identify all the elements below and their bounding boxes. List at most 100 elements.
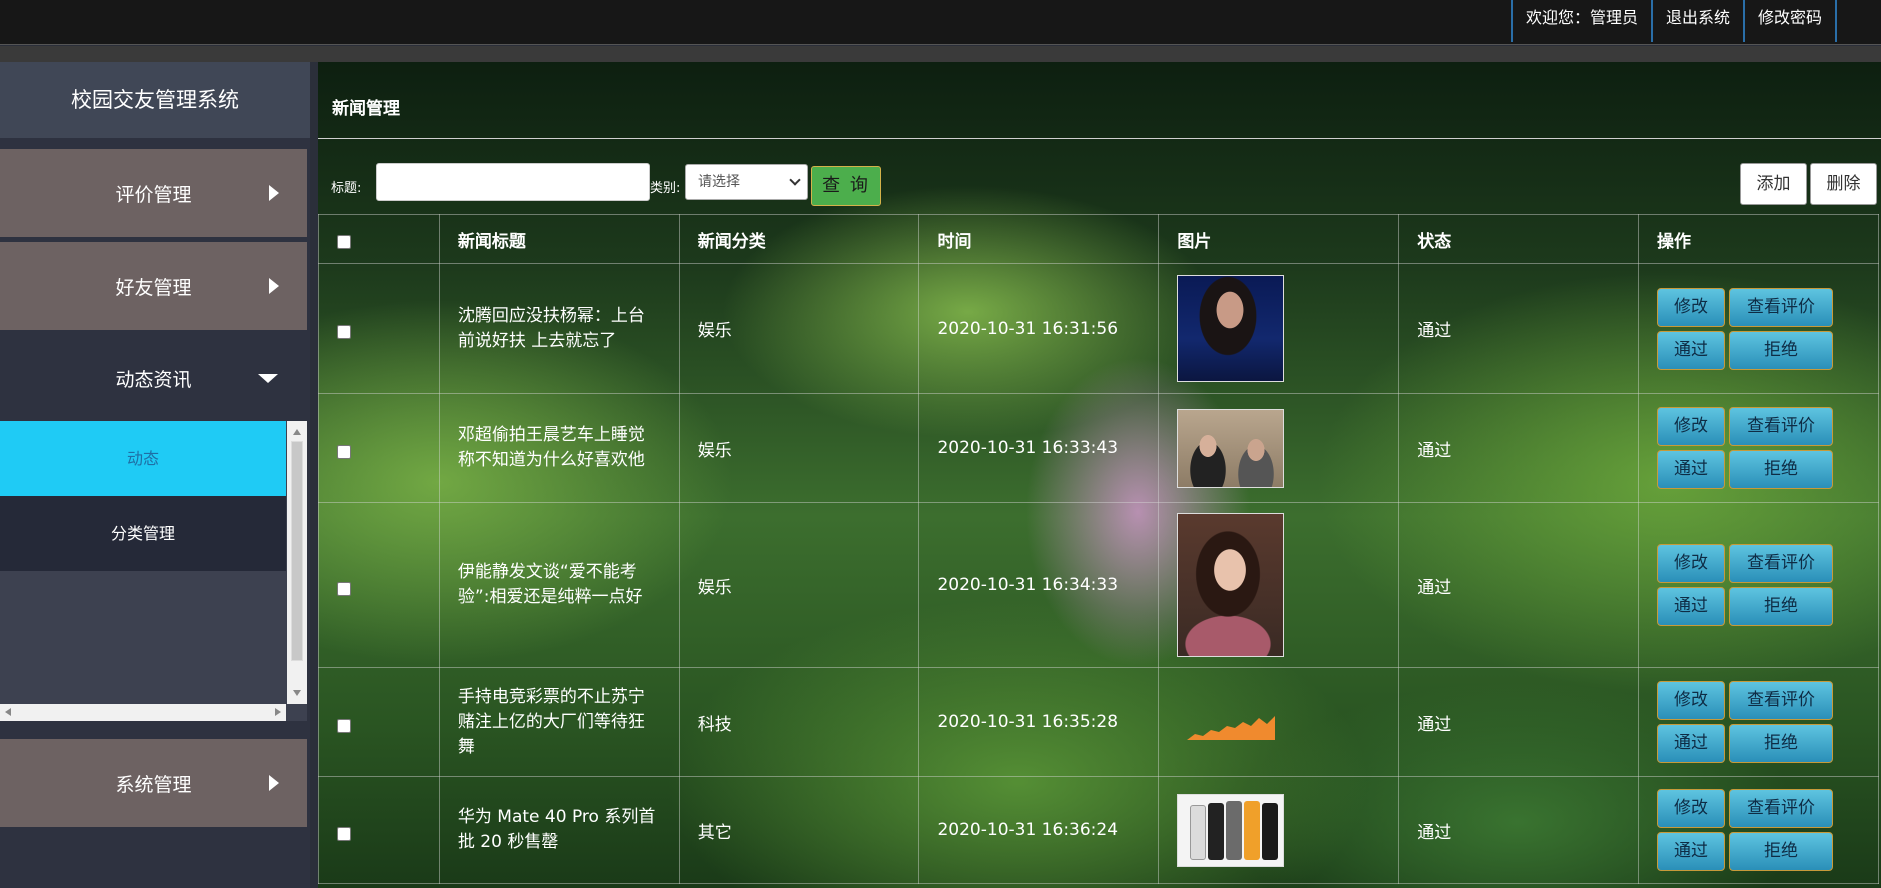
row-select-cell <box>318 502 440 668</box>
news-image-cell <box>1158 393 1400 503</box>
news-time: 2020-10-31 16:36:24 <box>918 776 1160 884</box>
select-all-header <box>318 214 440 264</box>
category-select-value: 请选择 <box>698 174 740 190</box>
edit-button[interactable]: 修改 <box>1656 544 1725 583</box>
sidebar-item-review-management[interactable]: 评价管理 <box>0 149 307 237</box>
scroll-down-icon[interactable] <box>293 690 301 696</box>
reject-button[interactable]: 拒绝 <box>1728 450 1833 489</box>
caret-down-icon <box>258 374 278 383</box>
news-table: 新闻标题 新闻分类 时间 图片 状态 操作 沈腾回应没扶杨幂：上台前说好扶 上去… <box>318 214 1880 884</box>
approve-button[interactable]: 通过 <box>1656 832 1725 871</box>
reject-button[interactable]: 拒绝 <box>1728 330 1833 370</box>
news-title: 手持电竞彩票的不止苏宁 赌注上亿的大厂们等待狂舞 <box>457 686 645 757</box>
scroll-up-icon[interactable] <box>293 429 301 435</box>
query-button[interactable]: 查 询 <box>811 166 881 206</box>
news-category: 娱乐 <box>678 393 920 503</box>
row-select-cell <box>318 393 440 503</box>
phones-photo[interactable] <box>1177 793 1285 867</box>
edit-button[interactable]: 修改 <box>1656 407 1725 446</box>
news-category: 科技 <box>678 667 920 777</box>
approve-button[interactable]: 通过 <box>1656 450 1725 489</box>
sidebar: 校园交友管理系统 评价管理 好友管理 动态资讯 动态 分类管理 系统管理 <box>0 62 310 888</box>
row-actions-cell: 修改 查看评价 通过 拒绝 <box>1637 776 1880 884</box>
table-row: 华为 Mate 40 Pro 系列首批 20 秒售罄 其它 2020-10-31… <box>318 776 1880 884</box>
view-reviews-button[interactable]: 查看评价 <box>1728 544 1833 583</box>
submenu-item-category-management[interactable]: 分类管理 <box>0 496 286 571</box>
column-header-status: 状态 <box>1398 214 1639 264</box>
category-select[interactable]: 请选择 <box>685 164 808 200</box>
column-header-title: 新闻标题 <box>438 214 680 264</box>
news-time: 2020-10-31 16:34:33 <box>918 502 1160 668</box>
submenu-item-feed[interactable]: 动态 <box>0 421 286 496</box>
approve-button[interactable]: 通过 <box>1656 587 1725 626</box>
caret-right-icon <box>269 775 279 791</box>
page-title: 新闻管理 <box>332 99 400 119</box>
submenu-horizontal-scrollbar[interactable] <box>0 704 286 721</box>
news-title: 沈腾回应没扶杨幂：上台前说好扶 上去就忘了 <box>457 305 645 351</box>
scrollbar-thumb[interactable] <box>291 441 303 661</box>
news-category: 其它 <box>678 776 920 884</box>
row-checkbox[interactable] <box>337 826 351 841</box>
row-checkbox[interactable] <box>337 718 351 733</box>
view-reviews-button[interactable]: 查看评价 <box>1728 287 1833 327</box>
top-divider-bar <box>0 46 1881 62</box>
reject-button[interactable]: 拒绝 <box>1728 724 1833 763</box>
welcome-text: 欢迎您：管理员 <box>1510 0 1651 42</box>
area-chart-shape <box>1187 715 1276 740</box>
row-checkbox[interactable] <box>337 325 351 339</box>
news-title-cell: 沈腾回应没扶杨幂：上台前说好扶 上去就忘了 <box>438 263 680 394</box>
select-all-checkbox[interactable] <box>337 234 351 249</box>
column-header-category: 新闻分类 <box>678 214 920 264</box>
area-chart-image[interactable] <box>1177 690 1284 750</box>
woman-selfie-photo[interactable] <box>1177 513 1285 657</box>
title-search-label: 标题: <box>331 181 362 196</box>
scroll-right-icon[interactable] <box>275 708 281 716</box>
row-checkbox[interactable] <box>337 444 351 459</box>
category-filter-label: 类别: <box>650 181 681 196</box>
submenu-vertical-scrollbar[interactable] <box>287 421 307 704</box>
change-password-link[interactable]: 修改密码 <box>1742 0 1837 42</box>
sidebar-item-label: 系统管理 <box>115 773 192 796</box>
top-links: 欢迎您：管理员 退出系统 修改密码 <box>1510 0 1837 42</box>
sidebar-item-label: 评价管理 <box>115 183 192 206</box>
car-interior-photo[interactable] <box>1177 408 1285 488</box>
row-actions-cell: 修改 查看评价 通过 拒绝 <box>1637 667 1880 777</box>
sidebar-item-friend-management[interactable]: 好友管理 <box>0 242 307 330</box>
reject-button[interactable]: 拒绝 <box>1728 832 1833 871</box>
view-reviews-button[interactable]: 查看评价 <box>1728 789 1833 828</box>
delete-button[interactable]: 删除 <box>1810 163 1877 205</box>
title-search-input[interactable] <box>376 163 650 201</box>
news-status: 通过 <box>1398 263 1639 394</box>
add-button[interactable]: 添加 <box>1740 163 1807 205</box>
edit-button[interactable]: 修改 <box>1656 287 1725 327</box>
app-brand-title: 校园交友管理系统 <box>0 62 310 138</box>
news-time: 2020-10-31 16:31:56 <box>918 263 1160 394</box>
table-header-row: 新闻标题 新闻分类 时间 图片 状态 操作 <box>318 214 1880 264</box>
title-divider <box>318 138 1881 139</box>
news-title-cell: 华为 Mate 40 Pro 系列首批 20 秒售罄 <box>438 776 680 884</box>
news-image-cell <box>1158 263 1400 394</box>
edit-button[interactable]: 修改 <box>1656 681 1725 720</box>
scroll-left-icon[interactable] <box>5 708 11 716</box>
reject-button[interactable]: 拒绝 <box>1728 587 1833 626</box>
edit-button[interactable]: 修改 <box>1656 789 1725 828</box>
view-reviews-button[interactable]: 查看评价 <box>1728 681 1833 720</box>
approve-button[interactable]: 通过 <box>1656 724 1725 763</box>
news-status: 通过 <box>1398 667 1639 777</box>
news-status: 通过 <box>1398 502 1639 668</box>
top-bar: 欢迎您：管理员 退出系统 修改密码 <box>0 0 1881 45</box>
view-reviews-button[interactable]: 查看评价 <box>1728 407 1833 446</box>
news-category: 娱乐 <box>678 502 920 668</box>
sidebar-item-news-feed[interactable]: 动态资讯 <box>0 334 307 422</box>
news-image-cell <box>1158 667 1400 777</box>
sidebar-item-system-management[interactable]: 系统管理 <box>0 739 307 827</box>
table-row: 邓超偷拍王晨艺车上睡觉称不知道为什么好喜欢他 娱乐 2020-10-31 16:… <box>318 393 1880 503</box>
table-row: 伊能静发文谈“爱不能考验”:相爱还是纯粹一点好 娱乐 2020-10-31 16… <box>318 502 1880 668</box>
approve-button[interactable]: 通过 <box>1656 330 1725 370</box>
woman-portrait-photo[interactable] <box>1177 275 1285 382</box>
row-checkbox[interactable] <box>337 581 351 596</box>
logout-link[interactable]: 退出系统 <box>1650 0 1743 42</box>
news-time: 2020-10-31 16:35:28 <box>918 667 1160 777</box>
chevron-down-icon <box>789 174 801 186</box>
news-status: 通过 <box>1398 776 1639 884</box>
